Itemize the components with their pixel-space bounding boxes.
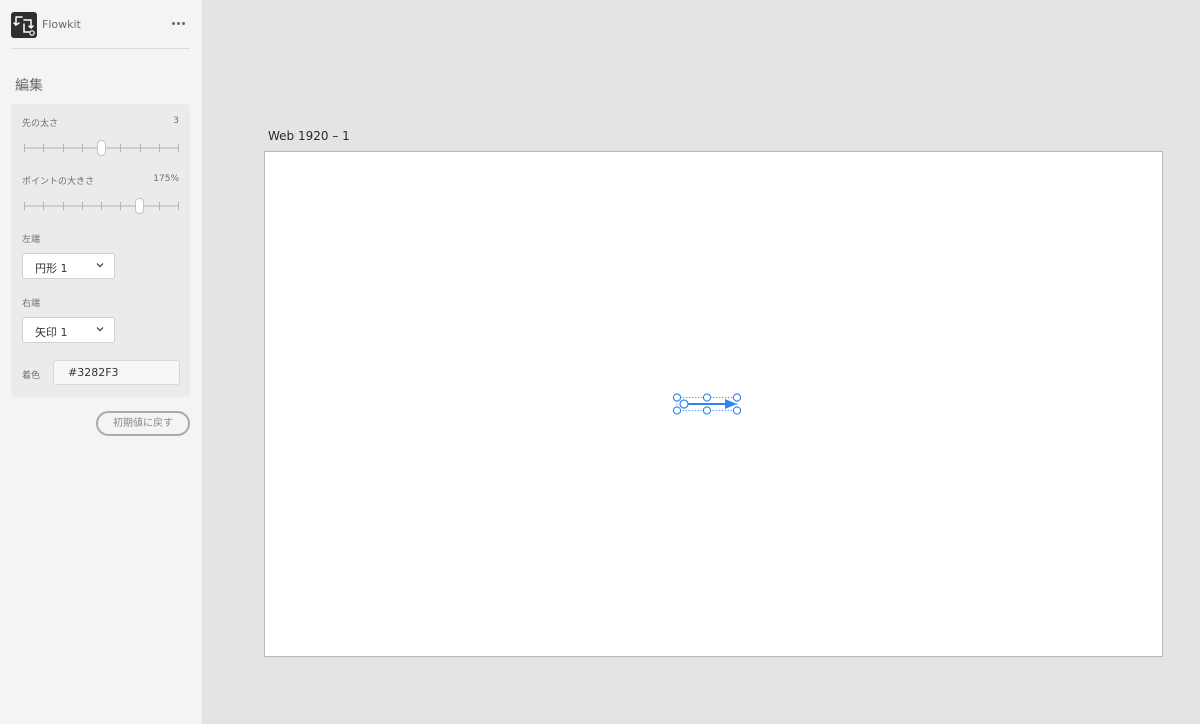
slider-tick bbox=[178, 202, 179, 210]
slider-tick bbox=[24, 144, 25, 152]
slider-thumb[interactable] bbox=[135, 198, 144, 214]
selection-handle[interactable] bbox=[732, 393, 742, 402]
plugin-sidebar: Flowkit 編集 先の太さ 3 ポイントの大きさ 175% 左端 円形 1 … bbox=[0, 0, 203, 724]
line-width-label: 先の太さ bbox=[22, 119, 59, 129]
point-size-label: ポイントの大きさ bbox=[22, 177, 95, 187]
connector-start-circle bbox=[679, 399, 689, 409]
header-divider bbox=[11, 48, 190, 49]
left-end-label: 左端 bbox=[22, 235, 41, 245]
chevron-down-icon bbox=[96, 263, 104, 268]
plugin-header: Flowkit bbox=[0, 0, 203, 50]
slider-thumb[interactable] bbox=[97, 140, 106, 156]
slider-tick bbox=[63, 144, 64, 152]
selected-connector[interactable] bbox=[670, 392, 746, 416]
chevron-down-icon bbox=[96, 327, 104, 332]
selection-handle[interactable] bbox=[672, 406, 682, 415]
slider-tick bbox=[120, 202, 121, 210]
slider-tick bbox=[63, 202, 64, 210]
slider-tick bbox=[43, 202, 44, 210]
selection-handle[interactable] bbox=[702, 406, 712, 415]
slider-tick bbox=[82, 202, 83, 210]
settings-panel: 先の太さ 3 ポイントの大きさ 175% 左端 円形 1 右端 矢印 1 着色 … bbox=[11, 104, 190, 397]
slider-tick bbox=[101, 202, 102, 210]
slider-tick bbox=[178, 144, 179, 152]
left-end-dropdown[interactable]: 円形 1 bbox=[22, 253, 115, 279]
plugin-name: Flowkit bbox=[42, 18, 81, 31]
slider-tick bbox=[24, 202, 25, 210]
selection-handle[interactable] bbox=[732, 406, 742, 415]
slider-tick bbox=[82, 144, 83, 152]
slider-tick bbox=[159, 144, 160, 152]
right-end-value: 矢印 1 bbox=[35, 326, 68, 339]
line-width-slider[interactable] bbox=[24, 139, 179, 157]
more-horizontal-icon[interactable] bbox=[168, 13, 188, 33]
artboard-label[interactable]: Web 1920 – 1 bbox=[268, 129, 350, 143]
section-title: 編集 bbox=[15, 78, 43, 94]
point-size-value: 175% bbox=[153, 174, 179, 184]
line-width-value: 3 bbox=[173, 116, 179, 126]
right-end-label: 右端 bbox=[22, 299, 41, 309]
slider-tick bbox=[120, 144, 121, 152]
selection-handle[interactable] bbox=[702, 393, 712, 402]
left-end-value: 円形 1 bbox=[35, 262, 68, 275]
slider-tick bbox=[159, 202, 160, 210]
slider-tick bbox=[43, 144, 44, 152]
slider-tick bbox=[140, 144, 141, 152]
selection-handle[interactable] bbox=[672, 393, 682, 402]
flowkit-logo-icon bbox=[11, 12, 37, 38]
right-end-dropdown[interactable]: 矢印 1 bbox=[22, 317, 115, 343]
reset-button[interactable]: 初期値に戻す bbox=[96, 411, 190, 436]
color-label: 着色 bbox=[22, 371, 41, 381]
color-field[interactable]: #3282F3 bbox=[53, 360, 180, 385]
point-size-slider[interactable] bbox=[24, 197, 179, 215]
